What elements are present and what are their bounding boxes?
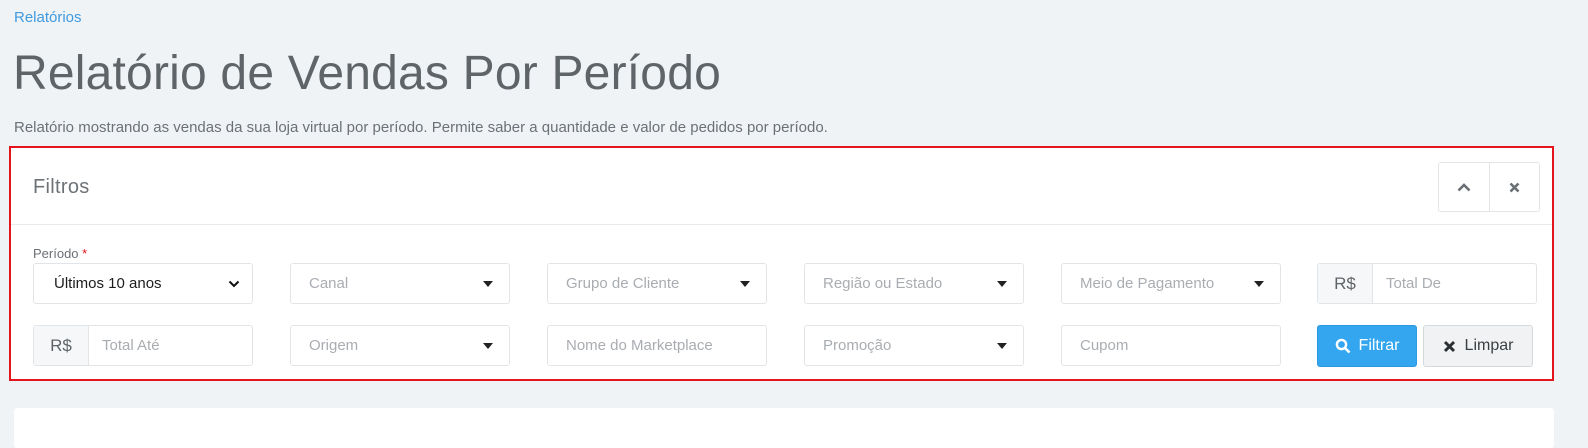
caret-down-icon — [997, 281, 1007, 287]
cupom-placeholder: Cupom — [1080, 337, 1129, 354]
promocao-placeholder: Promoção — [823, 337, 892, 354]
origem-select[interactable]: Origem — [290, 325, 510, 366]
grupo-cliente-placeholder: Grupo de Cliente — [566, 275, 680, 292]
promocao-select[interactable]: Promoção — [804, 325, 1024, 366]
close-panel-button[interactable] — [1488, 163, 1540, 211]
total-ate-placeholder: Total Até — [102, 337, 160, 354]
limpar-button[interactable]: Limpar — [1423, 325, 1533, 367]
canal-placeholder: Canal — [309, 275, 349, 292]
filtrar-button[interactable]: Filtrar — [1317, 325, 1417, 367]
breadcrumb-relatorios[interactable]: Relatórios — [14, 9, 82, 26]
grupo-cliente-select[interactable]: Grupo de Cliente — [547, 263, 767, 304]
close-icon — [1443, 340, 1455, 352]
chevron-up-icon — [1457, 183, 1471, 192]
currency-addon: R$ — [1318, 264, 1373, 303]
total-ate-input[interactable]: R$ Total Até — [33, 325, 253, 366]
canal-select[interactable]: Canal — [290, 263, 510, 304]
cupom-input[interactable]: Cupom — [1061, 325, 1281, 366]
filtrar-label: Filtrar — [1358, 337, 1400, 354]
meio-pagamento-select[interactable]: Meio de Pagamento — [1061, 263, 1281, 304]
periodo-label: Período * — [33, 246, 87, 261]
marketplace-input[interactable]: Nome do Marketplace — [547, 325, 767, 366]
limpar-label: Limpar — [1464, 337, 1514, 354]
panel-controls — [1438, 162, 1540, 212]
search-icon — [1335, 338, 1350, 354]
caret-down-icon — [997, 343, 1007, 349]
origem-placeholder: Origem — [309, 337, 359, 354]
total-de-input[interactable]: R$ Total De — [1317, 263, 1537, 304]
caret-down-icon — [740, 281, 750, 287]
regiao-placeholder: Região ou Estado — [823, 275, 943, 292]
page-title: Relatório de Vendas Por Período — [13, 47, 721, 100]
caret-down-icon — [1254, 281, 1264, 287]
periodo-label-text: Período — [33, 246, 79, 261]
caret-down-icon — [483, 343, 493, 349]
close-icon — [1509, 182, 1520, 192]
results-card — [14, 408, 1554, 448]
regiao-select[interactable]: Região ou Estado — [804, 263, 1024, 304]
marketplace-placeholder: Nome do Marketplace — [566, 337, 713, 354]
total-de-placeholder: Total De — [1386, 275, 1442, 292]
filters-panel: Filtros Período * Últimos 10 anos Canal … — [9, 146, 1554, 381]
collapse-button[interactable] — [1439, 163, 1489, 211]
required-mark: * — [82, 246, 88, 261]
filters-header: Filtros — [11, 148, 1552, 225]
caret-down-icon — [483, 281, 493, 287]
page-description: Relatório mostrando as vendas da sua loj… — [14, 119, 828, 136]
meio-pagamento-placeholder: Meio de Pagamento — [1080, 275, 1215, 292]
periodo-value: Últimos 10 anos — [54, 275, 162, 292]
currency-addon: R$ — [34, 326, 89, 365]
chevron-down-icon — [228, 280, 240, 288]
filters-title: Filtros — [33, 176, 90, 198]
periodo-select[interactable]: Últimos 10 anos — [33, 263, 253, 304]
